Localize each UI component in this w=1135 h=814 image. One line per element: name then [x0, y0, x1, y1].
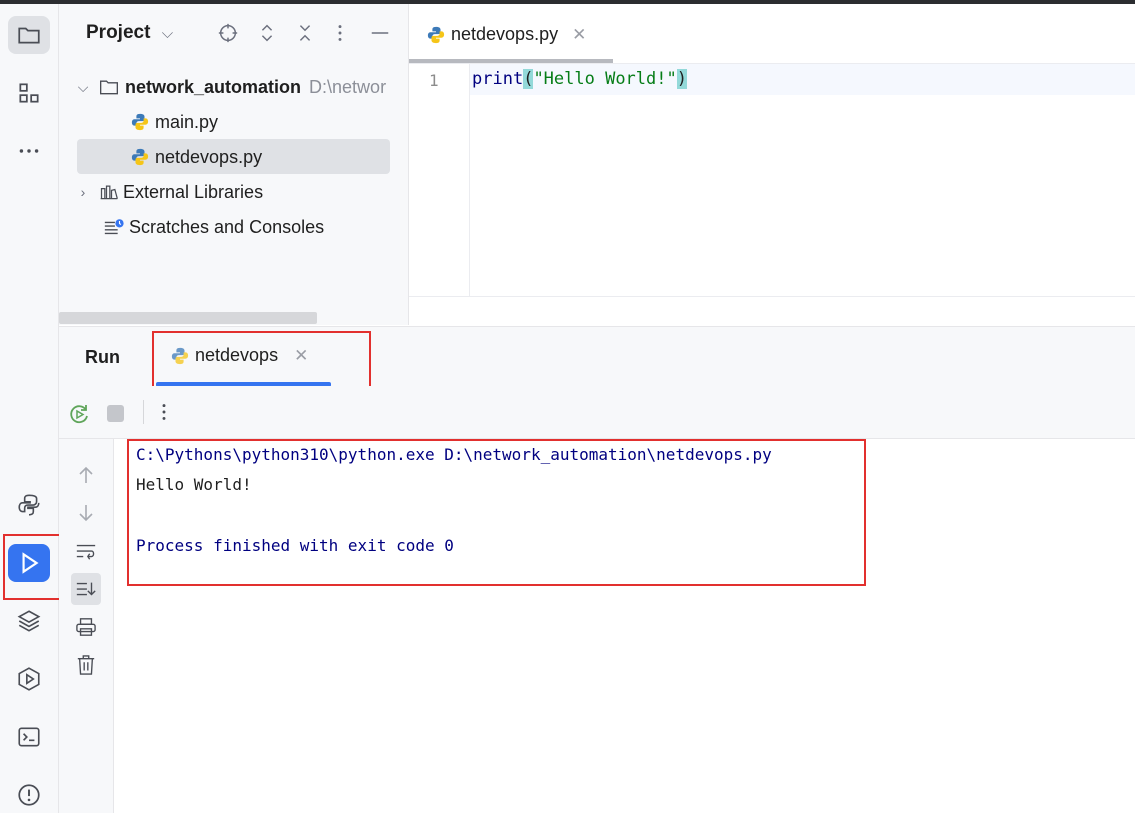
code-paren-close: )	[676, 69, 687, 89]
scratches-label: Scratches and Consoles	[129, 216, 325, 237]
kebab-icon[interactable]	[335, 22, 345, 50]
structure-icon[interactable]	[8, 74, 50, 112]
editor-tab-bar: netdevops.py ✕	[409, 4, 1135, 64]
arrow-down-icon[interactable]	[72, 499, 100, 527]
project-title[interactable]: Project ⌵	[86, 22, 173, 44]
tree-row-project-root[interactable]: ⌵ network_automation D:\networ	[75, 70, 386, 104]
editor-gutter: 1	[409, 64, 470, 296]
more-tools-icon[interactable]	[8, 132, 50, 170]
tree-row-scratches[interactable]: Scratches and Consoles	[103, 210, 324, 244]
project-root-name: network_automation	[125, 76, 302, 97]
code-string: "Hello World!"	[533, 69, 677, 89]
console-highlight	[127, 439, 866, 586]
tree-row-external-libraries[interactable]: › External Libraries	[75, 175, 263, 209]
file-label: netdevops.py	[155, 146, 263, 167]
run-toolbar	[59, 386, 1135, 439]
expand-collapse-icon[interactable]	[257, 22, 277, 50]
tree-row-netdevops-py[interactable]: netdevops.py	[131, 140, 262, 174]
collapse-all-icon[interactable]	[295, 22, 315, 50]
active-tab-indicator	[409, 59, 613, 63]
line-number: 1	[429, 71, 439, 90]
run-tool-highlight	[3, 534, 66, 600]
chevron-down-icon[interactable]: ⌵	[75, 79, 91, 96]
services-icon[interactable]	[8, 660, 50, 698]
external-libraries-label: External Libraries	[123, 181, 264, 202]
code-editor[interactable]: print("Hello World!")	[470, 64, 1135, 296]
trash-icon[interactable]	[72, 651, 100, 679]
layers-icon[interactable]	[8, 602, 50, 640]
file-label: main.py	[155, 111, 219, 132]
tree-row-main-py[interactable]: main.py	[131, 105, 218, 139]
project-folder-icon[interactable]	[8, 16, 50, 54]
python-file-icon	[131, 113, 149, 131]
python-console-icon[interactable]	[8, 486, 50, 524]
project-root-path: D:\networ	[309, 76, 387, 97]
code-function: print	[472, 69, 524, 89]
arrow-up-icon[interactable]	[72, 461, 100, 489]
editor-tab-label: netdevops.py	[451, 24, 559, 44]
toolbar-divider	[143, 400, 144, 424]
code-paren-open: (	[523, 69, 534, 89]
horizontal-scrollbar[interactable]	[59, 312, 317, 324]
rerun-icon[interactable]	[67, 402, 91, 431]
soft-wrap-icon[interactable]	[72, 537, 100, 565]
chevron-down-icon: ⌵	[161, 25, 174, 42]
python-file-icon	[427, 26, 445, 43]
terminal-icon[interactable]	[8, 718, 50, 756]
tool-window-strip	[0, 4, 59, 813]
stop-icon[interactable]	[107, 405, 124, 422]
code-line[interactable]: print("Hello World!")	[472, 69, 687, 89]
console-side-toolbar	[59, 439, 114, 813]
project-panel: Project ⌵ ⌵ network_automation D:\networ…	[59, 4, 409, 325]
scroll-to-end-icon[interactable]	[71, 573, 101, 605]
run-panel-title: Run	[85, 347, 120, 367]
python-file-icon	[131, 148, 149, 166]
close-icon[interactable]: ✕	[572, 25, 586, 45]
editor-tab-netdevops[interactable]: netdevops.py ✕	[427, 24, 586, 45]
scratches-icon	[104, 219, 124, 235]
problems-icon[interactable]	[8, 776, 50, 814]
locate-icon[interactable]	[217, 22, 239, 50]
editor-bottom-area	[409, 296, 1135, 326]
chevron-right-icon[interactable]: ›	[75, 184, 91, 200]
print-icon[interactable]	[72, 613, 100, 641]
kebab-icon[interactable]	[159, 401, 169, 428]
minimize-icon[interactable]	[369, 22, 391, 50]
library-icon	[100, 185, 118, 200]
